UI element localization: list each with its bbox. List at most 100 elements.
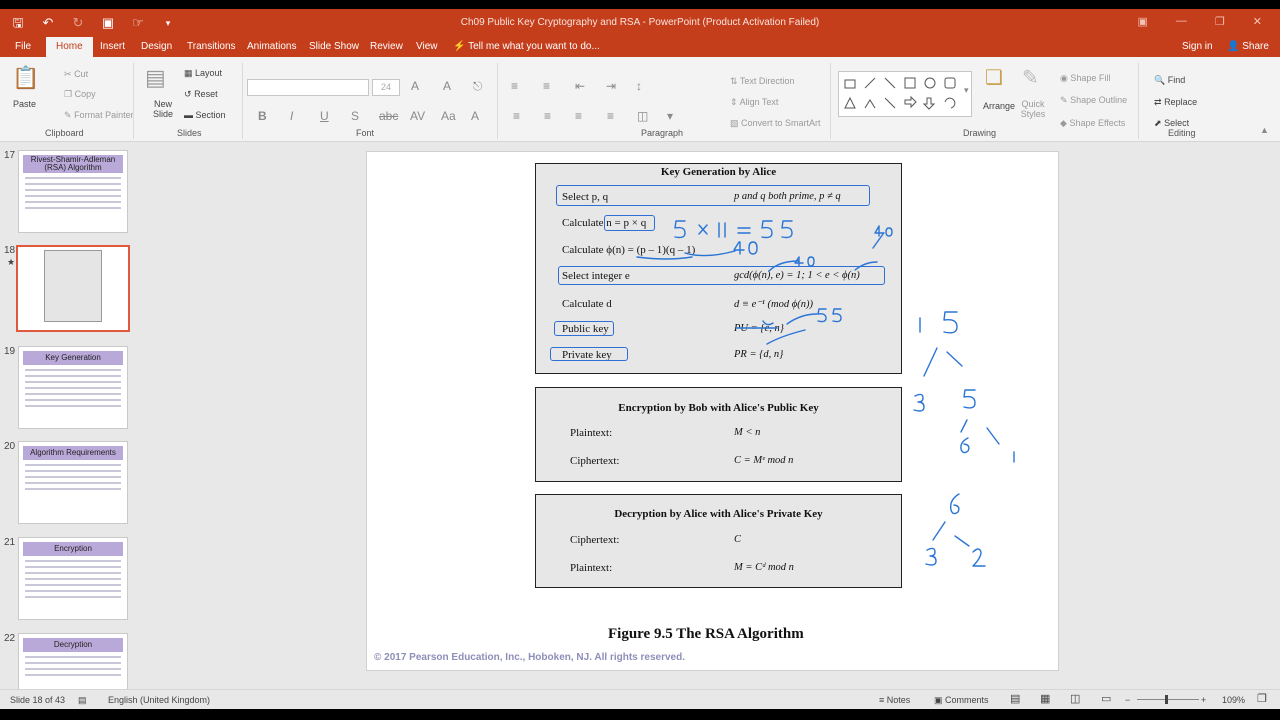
convert-smartart-button[interactable]: ▧ Convert to SmartArt bbox=[730, 118, 821, 129]
language-indicator[interactable]: English (United Kingdom) bbox=[108, 695, 210, 705]
increase-indent-icon[interactable]: ⇥ bbox=[606, 79, 616, 93]
align-center-icon[interactable]: ≡ bbox=[544, 109, 551, 123]
columns-icon[interactable]: ◫ bbox=[637, 109, 648, 123]
shape-fill-label: Shape Fill bbox=[1070, 73, 1111, 83]
character-spacing-icon[interactable]: AV bbox=[410, 109, 425, 123]
bold-icon[interactable]: B bbox=[258, 109, 267, 123]
layout-button[interactable]: ▦ Layout bbox=[184, 68, 222, 79]
shape-effects-button[interactable]: ◆ Shape Effects bbox=[1060, 118, 1125, 129]
gallery-more-icon[interactable]: ▾ bbox=[964, 85, 969, 96]
strikethrough-icon[interactable]: abc bbox=[379, 109, 398, 123]
shape-outline-button[interactable]: ✎ Shape Outline bbox=[1060, 95, 1127, 106]
cut-button[interactable]: ✂ Cut bbox=[64, 69, 88, 80]
tab-home[interactable]: Home bbox=[46, 37, 93, 57]
columns-dropdown-icon[interactable]: ▾ bbox=[667, 109, 673, 123]
zoom-level[interactable]: 109% bbox=[1222, 695, 1245, 705]
tab-file[interactable]: File bbox=[15, 37, 31, 57]
bullets-icon[interactable]: ≡ bbox=[511, 79, 518, 93]
font-size-combobox[interactable]: 24 bbox=[372, 79, 400, 96]
tab-view[interactable]: View bbox=[416, 37, 438, 57]
tab-insert[interactable]: Insert bbox=[100, 37, 125, 57]
tab-review[interactable]: Review bbox=[370, 37, 403, 57]
text-direction-button[interactable]: ⇅ Text Direction bbox=[730, 76, 794, 87]
tab-design[interactable]: Design bbox=[141, 37, 172, 57]
decrease-font-icon[interactable]: A bbox=[443, 79, 451, 93]
reset-label: Reset bbox=[194, 89, 218, 99]
share-button[interactable]: 👤 Share bbox=[1227, 37, 1269, 57]
arrange-icon[interactable]: ❏ bbox=[985, 65, 1003, 90]
sign-in-link[interactable]: Sign in bbox=[1182, 37, 1213, 57]
comments-button[interactable]: ▣ Comments bbox=[934, 695, 989, 706]
thumbnail-slide-19[interactable]: Key Generation bbox=[18, 346, 128, 429]
shapes-gallery[interactable] bbox=[838, 71, 972, 117]
zoom-out-icon[interactable]: − bbox=[1125, 695, 1130, 705]
thumbnail-number: 21 bbox=[4, 537, 16, 548]
tab-slide-show[interactable]: Slide Show bbox=[309, 37, 359, 57]
slide-counter[interactable]: Slide 18 of 43 bbox=[10, 695, 65, 705]
reading-view-icon[interactable]: ◫ bbox=[1070, 692, 1080, 705]
collapse-ribbon-icon[interactable]: ▲ bbox=[1260, 125, 1269, 135]
normal-view-icon[interactable]: ▤ bbox=[1010, 692, 1020, 705]
decrease-indent-icon[interactable]: ⇤ bbox=[575, 79, 585, 93]
tab-animations[interactable]: Animations bbox=[247, 37, 296, 57]
star-icon: ★ bbox=[7, 257, 16, 267]
paste-button[interactable]: Paste bbox=[13, 99, 36, 109]
zoom-in-icon[interactable]: + bbox=[1201, 695, 1206, 705]
shape-fill-button[interactable]: ◉ Shape Fill bbox=[1060, 73, 1110, 84]
slide-canvas[interactable]: Key Generation by Alice Select p, q p an… bbox=[366, 151, 1059, 671]
align-left-icon[interactable]: ≡ bbox=[513, 109, 520, 123]
justify-icon[interactable]: ≡ bbox=[607, 109, 614, 123]
increase-font-icon[interactable]: A bbox=[411, 79, 419, 93]
section-button[interactable]: ▬ Section bbox=[184, 110, 226, 120]
quick-styles-icon[interactable]: ✎ bbox=[1022, 65, 1039, 90]
window-title: Ch09 Public Key Cryptography and RSA - P… bbox=[460, 17, 820, 28]
close-icon[interactable]: ✕ bbox=[1253, 15, 1262, 28]
zoom-slider-thumb[interactable] bbox=[1165, 695, 1168, 704]
numbering-icon[interactable]: ≡ bbox=[543, 79, 550, 93]
minimize-icon[interactable]: — bbox=[1176, 15, 1187, 28]
ribbon-display-icon[interactable]: ▣ bbox=[1138, 15, 1148, 28]
align-text-button[interactable]: ⇕ Align Text bbox=[730, 97, 778, 108]
comments-label: Comments bbox=[945, 695, 989, 705]
replace-button[interactable]: ⇄ Replace bbox=[1154, 97, 1197, 108]
text-shadow-icon[interactable]: S bbox=[351, 109, 359, 123]
arrange-button[interactable]: Arrange bbox=[983, 101, 1015, 111]
find-button[interactable]: 🔍 Find bbox=[1154, 75, 1185, 86]
notes-button[interactable]: ≡ Notes bbox=[879, 695, 910, 705]
fit-to-window-icon[interactable]: ❐ bbox=[1257, 692, 1267, 705]
slide-thumbnail-pane[interactable]: 17 Rivest-Shamir-Adleman (RSA) Algorithm… bbox=[0, 142, 155, 689]
paste-icon[interactable]: 📋 bbox=[12, 65, 39, 91]
thumbnail-slide-21[interactable]: Encryption bbox=[18, 537, 128, 620]
font-color-icon[interactable]: A bbox=[471, 109, 479, 123]
align-right-icon[interactable]: ≡ bbox=[575, 109, 582, 123]
text-direction-icon: ⇅ bbox=[730, 76, 738, 86]
clear-formatting-icon[interactable]: ⎋ bbox=[473, 79, 483, 94]
tab-transitions[interactable]: Transitions bbox=[187, 37, 236, 57]
slideshow-view-icon[interactable]: ▭ bbox=[1101, 692, 1111, 705]
italic-icon[interactable]: I bbox=[290, 109, 293, 123]
copy-icon: ❐ bbox=[64, 89, 73, 99]
thumbnail-scrollbar[interactable] bbox=[149, 142, 155, 689]
zoom-slider[interactable] bbox=[1137, 699, 1199, 700]
thumbnail-slide-22[interactable]: Decryption bbox=[18, 633, 128, 689]
format-painter-button[interactable]: ✎ Format Painter bbox=[64, 110, 134, 121]
tell-me-box[interactable]: ⚡ Tell me what you want to do... bbox=[453, 37, 600, 57]
new-slide-icon[interactable]: ▤ bbox=[145, 65, 166, 91]
new-slide-button[interactable]: New Slide bbox=[148, 99, 178, 119]
change-case-icon[interactable]: Aa bbox=[441, 109, 456, 123]
line-spacing-icon[interactable]: ↕ bbox=[636, 79, 642, 93]
copy-button[interactable]: ❐ Copy bbox=[64, 89, 96, 100]
thumbnail-slide-17[interactable]: Rivest-Shamir-Adleman (RSA) Algorithm bbox=[18, 150, 128, 233]
spell-check-icon[interactable]: ▤ bbox=[78, 695, 87, 706]
maximize-icon[interactable]: ❐ bbox=[1215, 15, 1225, 28]
layout-label: Layout bbox=[195, 68, 223, 78]
slide-sorter-icon[interactable]: ▦ bbox=[1040, 692, 1050, 705]
quick-styles-button[interactable]: Quick Styles bbox=[1018, 99, 1048, 119]
thumbnail-slide-20[interactable]: Algorithm Requirements bbox=[18, 441, 128, 524]
thumbnail-text-lines bbox=[19, 369, 127, 407]
font-name-combobox[interactable] bbox=[247, 79, 369, 96]
paint-bucket-icon: ◉ bbox=[1060, 73, 1068, 83]
underline-icon[interactable]: U bbox=[320, 109, 329, 123]
reset-button[interactable]: ↺ Reset bbox=[184, 89, 218, 100]
thumbnail-slide-18[interactable] bbox=[16, 245, 130, 332]
